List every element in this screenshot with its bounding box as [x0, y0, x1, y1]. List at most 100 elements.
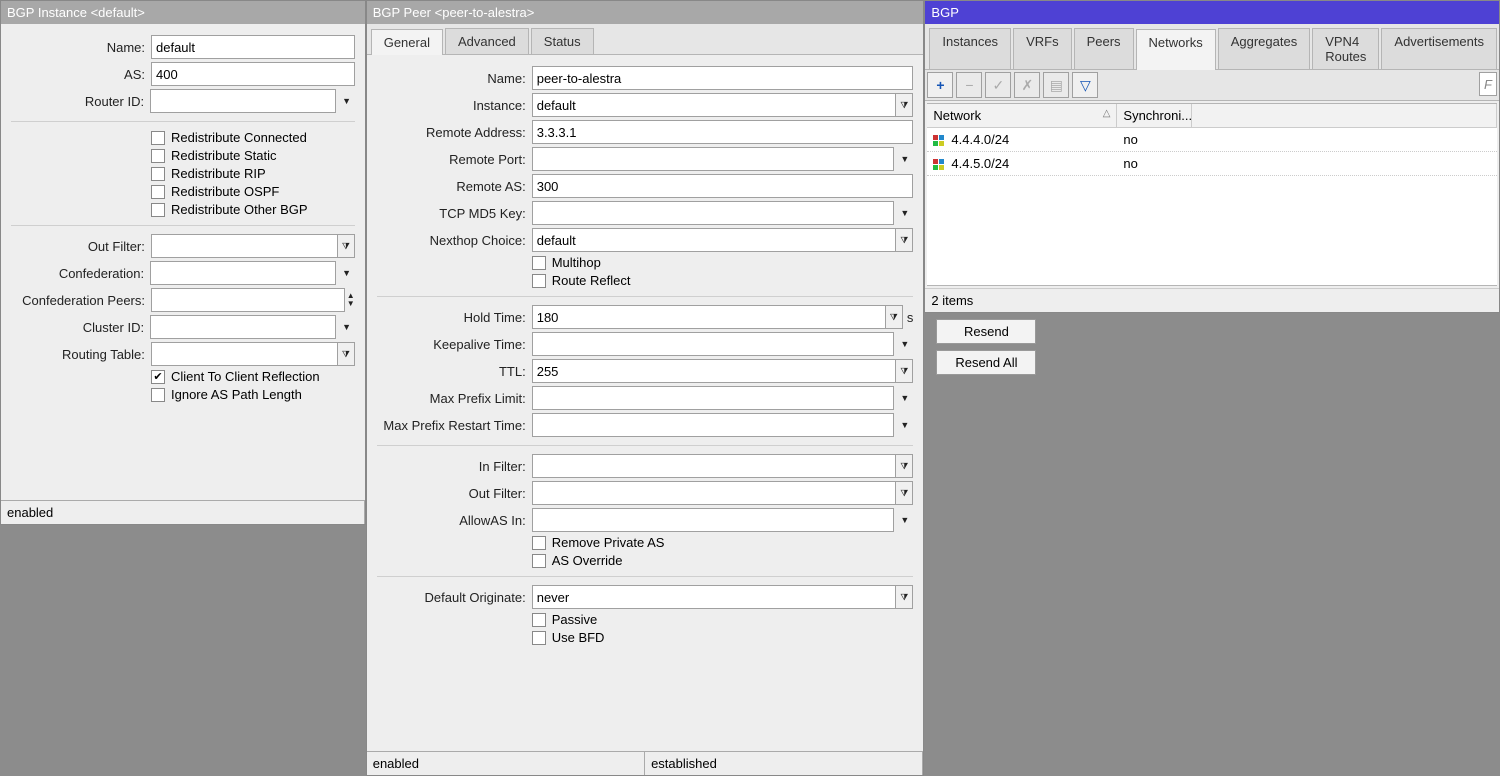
- multihop-checkbox[interactable]: Multihop: [532, 255, 914, 270]
- redistribute-connected-checkbox[interactable]: Redistribute Connected: [151, 130, 355, 145]
- default-originate-combo[interactable]: [532, 585, 896, 609]
- disable-button[interactable]: ✗: [1014, 72, 1040, 98]
- instance-outfilter-combo[interactable]: [151, 234, 338, 258]
- peer-status-enabled: enabled: [367, 752, 645, 775]
- column-header-synchronize[interactable]: Synchroni...: [1117, 104, 1192, 127]
- redistribute-static-checkbox[interactable]: Redistribute Static: [151, 148, 355, 163]
- table-row[interactable]: 4.4.5.0/24 no: [927, 152, 1497, 176]
- instance-routingtable-combo[interactable]: [151, 342, 338, 366]
- window-title-peer: BGP Peer <peer-to-alestra>: [367, 1, 924, 24]
- nexthop-choice-combo[interactable]: [532, 228, 896, 252]
- dropdown-icon[interactable]: ▼: [896, 332, 913, 356]
- resend-all-button[interactable]: Resend All: [936, 350, 1036, 375]
- in-filter-combo[interactable]: [532, 454, 896, 478]
- dropdown-icon[interactable]: ⧩: [886, 305, 903, 329]
- as-override-checkbox[interactable]: AS Override: [532, 553, 914, 568]
- table-row[interactable]: 4.4.4.0/24 no: [927, 128, 1497, 152]
- max-prefix-limit-input[interactable]: [532, 386, 895, 410]
- cell-network: 4.4.4.0/24: [951, 132, 1009, 147]
- enable-button[interactable]: ✓: [985, 72, 1011, 98]
- hold-time-unit: s: [907, 310, 914, 325]
- tab-networks[interactable]: Networks: [1136, 29, 1216, 70]
- route-reflect-checkbox[interactable]: Route Reflect: [532, 273, 914, 288]
- redistribute-other-bgp-checkbox[interactable]: Redistribute Other BGP: [151, 202, 355, 217]
- tab-vpn4-routes[interactable]: VPN4 Routes: [1312, 28, 1379, 69]
- instance-confederation-input[interactable]: [150, 261, 336, 285]
- resend-button[interactable]: Resend: [936, 319, 1036, 344]
- label-clusterid: Cluster ID:: [11, 320, 150, 335]
- dropdown-icon[interactable]: ▼: [896, 201, 913, 225]
- dropdown-icon[interactable]: ▼: [338, 261, 354, 285]
- dropdown-icon[interactable]: ▼: [896, 147, 913, 171]
- sort-asc-icon: △: [1103, 108, 1111, 119]
- instance-name-input[interactable]: [151, 35, 355, 59]
- label-ttl: TTL:: [377, 364, 532, 379]
- tab-aggregates[interactable]: Aggregates: [1218, 28, 1311, 69]
- tab-advanced[interactable]: Advanced: [445, 28, 529, 54]
- filter-button[interactable]: ▽: [1072, 72, 1098, 98]
- peer-instance-combo[interactable]: [532, 93, 896, 117]
- label-out-filter: Out Filter:: [377, 486, 532, 501]
- spinner-down-icon[interactable]: ▼: [347, 300, 355, 308]
- remote-port-input[interactable]: [532, 147, 895, 171]
- instance-as-input[interactable]: [151, 62, 355, 86]
- remote-address-input[interactable]: [532, 120, 914, 144]
- use-bfd-checkbox[interactable]: Use BFD: [532, 630, 914, 645]
- cell-sync: no: [1117, 154, 1192, 173]
- remove-button[interactable]: −: [956, 72, 982, 98]
- dropdown-icon[interactable]: ⧩: [896, 585, 913, 609]
- label-confed-peers: Confederation Peers:: [11, 293, 151, 308]
- out-filter-combo[interactable]: [532, 481, 896, 505]
- add-button[interactable]: +: [927, 72, 953, 98]
- label-tcp-md5: TCP MD5 Key:: [377, 206, 532, 221]
- dropdown-icon[interactable]: ▼: [896, 413, 913, 437]
- dropdown-icon[interactable]: ⧩: [896, 454, 913, 478]
- remote-as-input[interactable]: [532, 174, 914, 198]
- dropdown-icon[interactable]: ⧩: [896, 481, 913, 505]
- max-prefix-restart-time-input[interactable]: [532, 413, 895, 437]
- remove-private-as-checkbox[interactable]: Remove Private AS: [532, 535, 914, 550]
- dropdown-icon[interactable]: ▼: [338, 89, 354, 113]
- redistribute-rip-checkbox[interactable]: Redistribute RIP: [151, 166, 355, 181]
- label-name: Name:: [11, 40, 151, 55]
- dropdown-icon[interactable]: ⧩: [338, 234, 355, 258]
- dropdown-icon[interactable]: ▼: [338, 315, 354, 339]
- label-outfilter: Out Filter:: [11, 239, 151, 254]
- tab-peers[interactable]: Peers: [1074, 28, 1134, 69]
- instance-routerid-input[interactable]: [150, 89, 336, 113]
- tcp-md5-key-input[interactable]: [532, 201, 895, 225]
- find-input-stub[interactable]: F: [1479, 72, 1497, 96]
- allowas-in-input[interactable]: [532, 508, 895, 532]
- dropdown-icon[interactable]: ⧩: [896, 359, 913, 383]
- redistribute-ospf-checkbox[interactable]: Redistribute OSPF: [151, 184, 355, 199]
- label-peer-name: Name:: [377, 71, 532, 86]
- network-icon: [933, 159, 945, 171]
- label-in-filter: In Filter:: [377, 459, 532, 474]
- dropdown-icon[interactable]: ▼: [896, 508, 913, 532]
- tab-status[interactable]: Status: [531, 28, 594, 54]
- column-header-network[interactable]: Network △: [927, 104, 1117, 127]
- peer-name-input[interactable]: [532, 66, 914, 90]
- dropdown-icon[interactable]: ▼: [896, 386, 913, 410]
- tab-general[interactable]: General: [371, 29, 443, 55]
- tab-vrfs[interactable]: VRFs: [1013, 28, 1072, 69]
- passive-checkbox[interactable]: Passive: [532, 612, 914, 627]
- label-confed: Confederation:: [11, 266, 150, 281]
- client-to-client-reflection-checkbox[interactable]: ✔Client To Client Reflection: [151, 369, 355, 384]
- dropdown-icon[interactable]: ⧩: [896, 93, 913, 117]
- ttl-input[interactable]: [532, 359, 896, 383]
- tab-advertisements[interactable]: Advertisements: [1381, 28, 1497, 69]
- dropdown-icon[interactable]: ⧩: [338, 342, 355, 366]
- keepalive-time-input[interactable]: [532, 332, 895, 356]
- label-keepalive: Keepalive Time:: [377, 337, 532, 352]
- instance-clusterid-input[interactable]: [150, 315, 336, 339]
- hold-time-input[interactable]: [532, 305, 886, 329]
- dropdown-icon[interactable]: ⧩: [896, 228, 913, 252]
- item-count: 2 items: [925, 288, 1499, 312]
- instance-confederation-peers-input[interactable]: [151, 288, 345, 312]
- tab-instances[interactable]: Instances: [929, 28, 1011, 69]
- label-hold-time: Hold Time:: [377, 310, 532, 325]
- comment-button[interactable]: ▤: [1043, 72, 1069, 98]
- label-max-prefix-restart: Max Prefix Restart Time:: [377, 418, 532, 433]
- ignore-as-path-length-checkbox[interactable]: Ignore AS Path Length: [151, 387, 355, 402]
